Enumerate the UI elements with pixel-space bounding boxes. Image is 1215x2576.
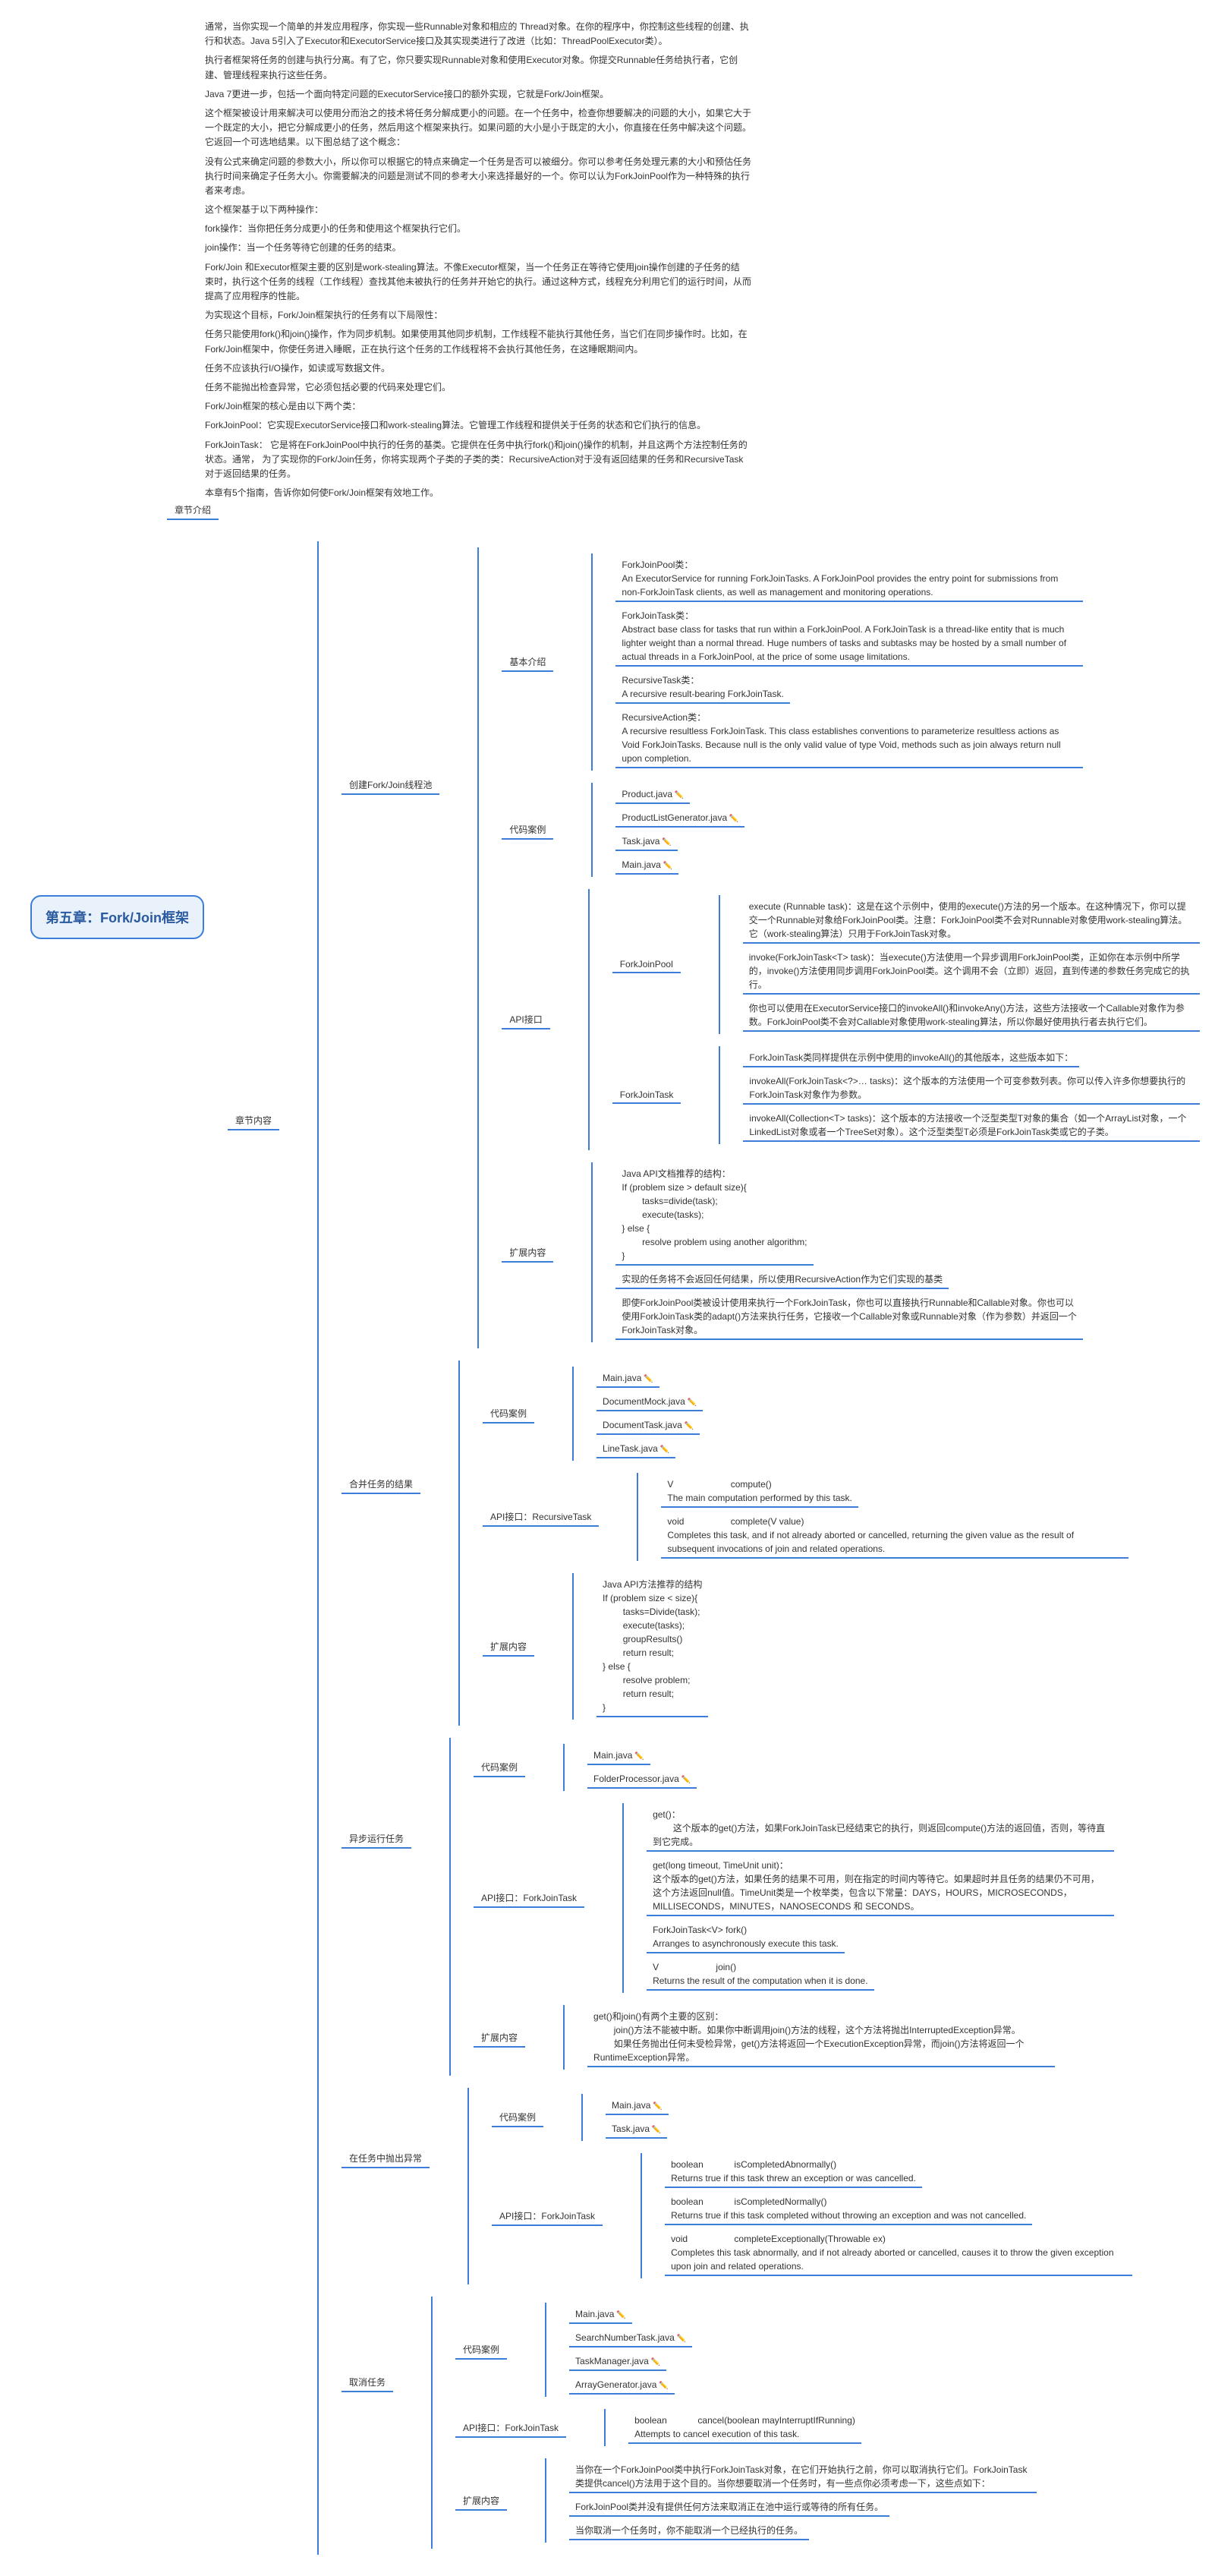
file-docmock[interactable]: DocumentMock.java — [596, 1392, 703, 1411]
file-manager[interactable]: TaskManager.java — [569, 2352, 666, 2371]
exc-code: 代码案例 — [492, 2108, 543, 2127]
fjp-class: ForkJoinPool类：An ExecutorService for run… — [615, 556, 1083, 602]
rt-class: RecursiveTask类：A recursive result-bearin… — [615, 671, 789, 704]
api-get-timeout: get(long timeout, TimeUnit unit)： 这个版本的g… — [647, 1856, 1114, 1916]
fjp-callable: 你也可以使用在ExecutorService接口的invokeAll()和inv… — [743, 999, 1200, 1032]
api-norm: boolean isCompletedNormally() Returns tr… — [665, 2193, 1032, 2225]
file-generator[interactable]: ProductListGenerator.java — [615, 809, 744, 828]
async-ext-text: get()和join()有两个主要的区别： join()方法不能被中断。如果你中… — [587, 2007, 1055, 2067]
api-complete: void complete(V value) Completes this ta… — [661, 1512, 1128, 1559]
fjt-coll: invokeAll(Collection<T> tasks)：这个版本的方法接收… — [743, 1109, 1200, 1142]
merge-results: 合并任务的结果 — [342, 1474, 420, 1494]
throw-exception: 在任务中抛出异常 — [342, 2149, 430, 2168]
cancel-ext3: 当你取消一个任务时，你不能取消一个已经执行的任务。 — [569, 2521, 809, 2540]
file-main3[interactable]: Main.java — [587, 1746, 650, 1765]
file-doctask[interactable]: DocumentTask.java — [596, 1416, 700, 1435]
ra-class: RecursiveAction类：A recursive resultless … — [615, 708, 1083, 768]
api-compute: V compute() The main computation perform… — [661, 1475, 858, 1508]
code-sample: 代码案例 — [502, 820, 553, 840]
merge-api: API接口：RecursiveTask — [483, 1507, 599, 1527]
api-cancel: boolean cancel(boolean mayInterruptIfRun… — [628, 2411, 861, 2444]
ext-recursive: 实现的任务将不会返回任何结果，所以使用RecursiveAction作为它们实现… — [615, 1270, 949, 1289]
file-product[interactable]: Product.java — [615, 785, 690, 804]
root-node: 第五章：Fork/Join框架 — [30, 895, 204, 939]
api-label: API接口 — [502, 1010, 549, 1029]
file-search[interactable]: SearchNumberTask.java — [569, 2328, 692, 2347]
merge-ext: 扩展内容 — [483, 1637, 534, 1657]
ext-structure: Java API文档推荐的结构： If (problem size > defa… — [615, 1165, 813, 1266]
intro-text: 通常，当你实现一个简单的并发应用程序，你实现一些Runnable对象和相应的 T… — [205, 20, 751, 500]
api-ce: void completeExceptionally(Throwable ex)… — [665, 2230, 1132, 2276]
async-run: 异步运行任务 — [342, 1829, 411, 1849]
merge-code: 代码案例 — [483, 1404, 534, 1424]
cancel-code: 代码案例 — [455, 2340, 507, 2360]
merge-ext-text: Java API方法推荐的结构 If (problem size < size)… — [596, 1575, 708, 1717]
file-linetask[interactable]: LineTask.java — [596, 1439, 675, 1458]
async-api: API接口：ForkJoinTask — [474, 1888, 584, 1908]
exc-api: API接口：ForkJoinTask — [492, 2206, 603, 2226]
ext-label: 扩展内容 — [502, 1243, 553, 1263]
api-join: V join() Returns the result of the compu… — [647, 1958, 874, 1991]
fjp-execute: execute (Runnable task)：这是在这个示例中，使用的exec… — [743, 897, 1200, 944]
file-folder[interactable]: FolderProcessor.java — [587, 1770, 697, 1789]
cancel-ext: 扩展内容 — [455, 2491, 507, 2511]
file-main[interactable]: Main.java — [615, 856, 678, 875]
fjt-intro: ForkJoinTask类同样提供在示例中使用的invokeAll()的其他版本… — [743, 1048, 1079, 1067]
api-abn: boolean isCompletedAbnormally() Returns … — [665, 2155, 922, 2188]
section-intro: 章节介绍 — [167, 500, 219, 520]
file-task[interactable]: Task.java — [615, 832, 677, 851]
api-fjp: ForkJoinPool — [612, 956, 681, 973]
file-task4[interactable]: Task.java — [606, 2120, 667, 2139]
api-fjt: ForkJoinTask — [612, 1086, 681, 1104]
api-get: get()： 这个版本的get()方法，如果ForkJoinTask已经结束它的… — [647, 1805, 1114, 1852]
fjt-varargs: invokeAll(ForkJoinTask<?>… tasks)：这个版本的方… — [743, 1072, 1200, 1105]
api-fork: ForkJoinTask<V> fork() Arranges to async… — [647, 1921, 845, 1953]
async-code: 代码案例 — [474, 1758, 525, 1777]
file-main5[interactable]: Main.java — [569, 2305, 632, 2324]
cancel-ext2: ForkJoinPool类并没有提供任何方法来取消正在池中运行或等待的所有任务。 — [569, 2498, 889, 2517]
cancel-api: API接口：ForkJoinTask — [455, 2418, 566, 2438]
file-array[interactable]: ArrayGenerator.java — [569, 2376, 675, 2395]
ext-adapt: 即使ForkJoinPool类被设计使用来执行一个ForkJoinTask，你也… — [615, 1294, 1083, 1340]
file-main2[interactable]: Main.java — [596, 1369, 659, 1388]
basic-intro: 基本介绍 — [502, 652, 553, 672]
cancel-ext1: 当你在一个ForkJoinPool类中执行ForkJoinTask对象，在它们开… — [569, 2461, 1037, 2493]
cancel-task: 取消任务 — [342, 2373, 393, 2392]
file-main4[interactable]: Main.java — [606, 2096, 669, 2115]
fjp-invoke: invoke(ForkJoinTask<T> task)：当execute()方… — [743, 948, 1200, 995]
fjt-class: ForkJoinTask类：Abstract base class for ta… — [615, 607, 1083, 667]
async-ext: 扩展内容 — [474, 2028, 525, 2048]
create-pool: 创建Fork/Join线程池 — [342, 775, 439, 795]
section-content: 章节内容 — [228, 1111, 279, 1130]
